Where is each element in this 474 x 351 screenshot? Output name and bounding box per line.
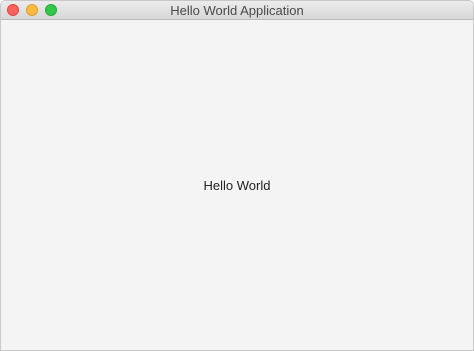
hello-label: Hello World — [203, 178, 271, 193]
content-area: Hello World — [1, 20, 473, 350]
app-window: Hello World Application Hello World — [0, 0, 474, 351]
title-bar[interactable]: Hello World Application — [1, 1, 473, 20]
close-button[interactable] — [7, 4, 19, 16]
zoom-button[interactable] — [45, 4, 57, 16]
window-title: Hello World Application — [170, 3, 304, 18]
minimize-button[interactable] — [26, 4, 38, 16]
